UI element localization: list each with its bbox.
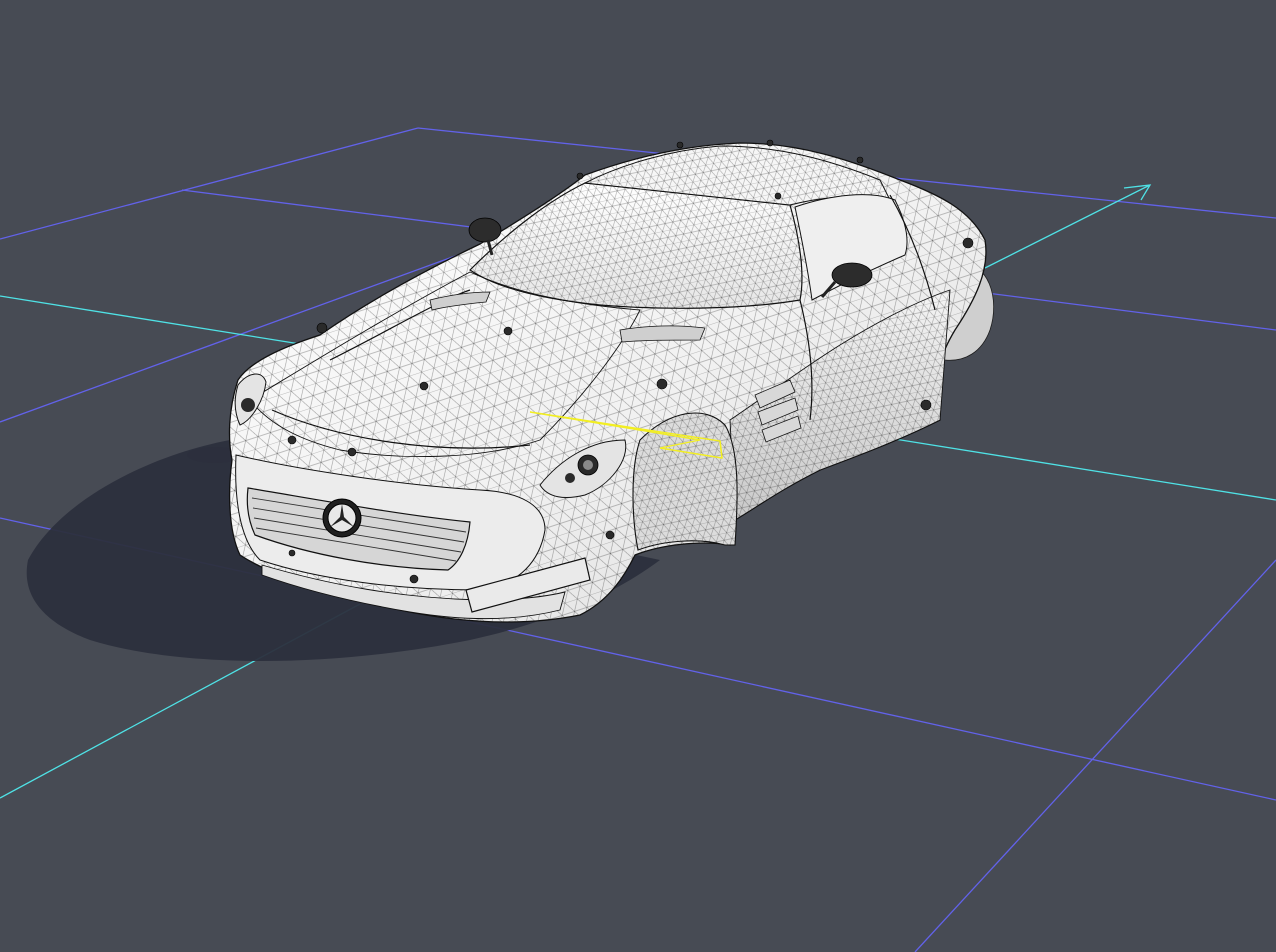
arch-wireframe	[633, 413, 738, 550]
star-emblem-icon	[322, 498, 362, 538]
3d-viewport[interactable]	[0, 0, 1276, 952]
car-body-mesh[interactable]	[228, 139, 995, 623]
